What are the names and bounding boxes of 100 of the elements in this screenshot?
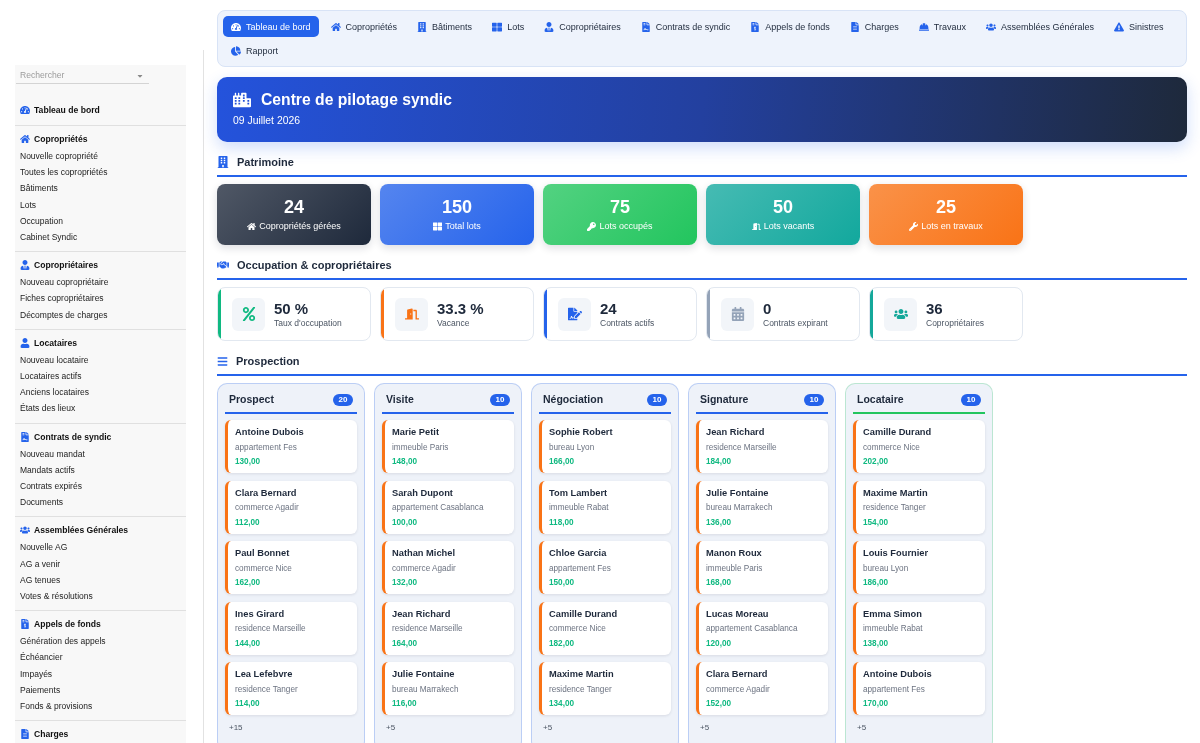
sidebar-item[interactable]: Fonds & provisions [15,698,186,715]
lead-card[interactable]: Maxime Martin residence Tanger 154,00 [853,480,985,534]
sidebar-item[interactable]: Lots [15,196,186,213]
sidebar-item[interactable]: Génération des appels [15,633,186,650]
lead-card[interactable]: Antoine Dubois appartement Fes 170,00 [853,662,985,715]
sidebar-heading[interactable]: Locataires [15,333,186,352]
sidebar-item[interactable]: Toutes les copropriétés [15,164,186,181]
lead-card[interactable]: Manon Roux immeuble Paris 168,00 [696,541,828,594]
lead-card[interactable]: Julie Fontaine bureau Marrakech 116,00 [382,662,514,715]
nav-tab[interactable]: Charges [841,16,907,37]
lead-amount: 112,00 [235,516,261,528]
lead-card[interactable]: Chloe Garcia appartement Fes 150,00 [539,541,671,594]
count-badge: 20 [333,393,353,406]
stat-label: Lots en travaux [921,221,983,232]
sidebar-item[interactable]: Nouvelle AG [15,539,186,556]
sidebar-item[interactable]: Documents [15,494,186,511]
lead-detail: residence Marseille [235,623,307,634]
lead-name: Antoine Dubois [863,668,933,680]
lead-amount: 118,00 [549,516,575,528]
sidebar-item[interactable]: Paiements [15,681,186,699]
gauge-icon [231,21,241,32]
sidebar-heading[interactable]: Copropriétaires [15,256,186,275]
sidebar-heading[interactable]: Tableau de bord [15,101,186,119]
lead-amount: 152,00 [706,698,733,709]
gauge-icon [20,105,30,115]
nav-tab[interactable]: Tableau de bord [223,16,319,37]
lead-card[interactable]: Nathan Michel commerce Agadir 132,00 [382,541,514,594]
person-tie-icon [544,21,555,32]
sidebar-item[interactable]: Cabinet Syndic [15,229,186,246]
count-badge: 10 [647,393,667,406]
sidebar-item[interactable]: Contrats expirés [15,478,186,495]
lead-card[interactable]: Lucas Moreau appartement Casablanca 120,00 [696,601,828,655]
stat-value: 50 [773,197,793,217]
sidebar-item[interactable]: Locataires actifs [15,368,186,385]
nav-tab[interactable]: Copropriétaires [536,16,629,37]
sidebar-heading[interactable]: Contrats de syndic [15,427,186,446]
nav-tab[interactable]: Travaux [910,16,974,37]
sidebar-heading[interactable]: Appels de fonds [15,615,186,634]
lead-card[interactable]: Marie Petit immeuble Paris 148,00 [382,420,514,473]
lead-card[interactable]: Antoine Dubois appartement Fes 130,00 [225,420,357,473]
lead-card[interactable]: Clara Bernard commerce Agadir 112,00 [225,480,357,534]
lead-card[interactable]: Maxime Martin residence Tanger 134,00 [539,662,671,715]
sidebar-item[interactable]: Nouveau mandat [15,445,186,462]
sidebar-item[interactable]: Mandats actifs [15,461,186,479]
sidebar-item[interactable]: Occupation [15,212,186,229]
lead-card[interactable]: Emma Simon immeuble Rabat 138,00 [853,601,985,655]
caret-icon [136,72,144,80]
sidebar-item[interactable]: Bâtiments [15,180,186,197]
lead-card[interactable]: Paul Bonnet commerce Nice 162,00 [225,541,357,594]
sidebar-item[interactable]: AG tenues [15,571,186,589]
lead-card[interactable]: Sophie Robert bureau Lyon 166,00 [539,420,671,473]
lead-card[interactable]: Jean Richard residence Marseille 164,00 [382,601,514,655]
nav-tab[interactable]: Assemblées Générales [978,16,1103,37]
sidebar-item[interactable]: Anciens locataires [15,384,186,401]
count-badge: 10 [490,393,510,406]
lead-detail: commerce Nice [863,441,921,453]
sidebar-item[interactable]: AG a venir [15,555,186,572]
lead-detail: commerce Agadir [392,562,457,574]
nav-tab[interactable]: Sinistres [1106,16,1172,37]
sidebar-item[interactable]: Nouveau copropriétaire [15,274,186,291]
section-title: Prospection [236,354,300,368]
lead-card[interactable]: Clara Bernard commerce Agadir 152,00 [696,662,828,715]
lead-card[interactable]: Camille Durand commerce Nice 182,00 [539,601,671,655]
nav-tab[interactable]: Lots [484,16,533,37]
lead-card[interactable]: Louis Fournier bureau Lyon 186,00 [853,541,985,594]
lead-name: Maxime Martin [549,668,615,680]
sidebar-item[interactable]: Nouveau locataire [15,351,186,369]
nav-tab[interactable]: Contrats de syndic [632,16,739,37]
search-field[interactable]: Rechercher [16,67,149,84]
building-icon [417,21,428,32]
sidebar-heading[interactable]: Assemblées Générales [15,521,186,540]
sidebar-heading[interactable]: Charges [15,725,186,743]
lead-detail: commerce Nice [235,562,293,574]
sidebar-item[interactable]: Fiches copropriétaires [15,290,186,307]
nav-tab[interactable]: Appels de fonds [742,16,838,37]
sidebar-heading[interactable]: Copropriétés [15,130,186,148]
nav-tab[interactable]: Copropriétés [322,16,406,37]
lead-card[interactable]: Tom Lambert immeuble Rabat 118,00 [539,480,671,534]
lead-name: Marie Petit [392,426,440,438]
more-count: +15 [228,722,244,734]
lead-card[interactable]: Jean Richard residence Marseille 184,00 [696,420,828,473]
sidebar-item[interactable]: Votes & résolutions [15,588,186,605]
lead-card[interactable]: Ines Girard residence Marseille 144,00 [225,601,357,655]
lead-card[interactable]: Lea Lefebvre residence Tanger 114,00 [225,662,357,715]
lead-card[interactable]: Camille Durand commerce Nice 202,00 [853,420,985,473]
lead-amount: 138,00 [863,637,890,649]
lead-card[interactable]: Sarah Dupont appartement Casablanca 100,00 [382,480,514,534]
nav-tab[interactable]: Bâtiments [409,16,481,37]
column-title: Négociation [543,393,604,406]
lead-card[interactable]: Julie Fontaine bureau Marrakech 136,00 [696,480,828,534]
sidebar-item[interactable]: Impayés [15,665,186,682]
lead-amount: 166,00 [549,456,576,467]
lead-amount: 154,00 [863,516,890,528]
sidebar-item[interactable]: États des lieux [15,400,186,417]
sidebar-item[interactable]: Nouvelle copropriété [15,148,186,165]
document-icon [640,21,651,32]
sidebar-item[interactable]: Décomptes de charges [15,306,186,323]
sidebar-item[interactable]: Échéancier [15,649,186,666]
lead-name: Lucas Moreau [706,607,770,620]
nav-tab[interactable]: Rapport [223,40,287,61]
